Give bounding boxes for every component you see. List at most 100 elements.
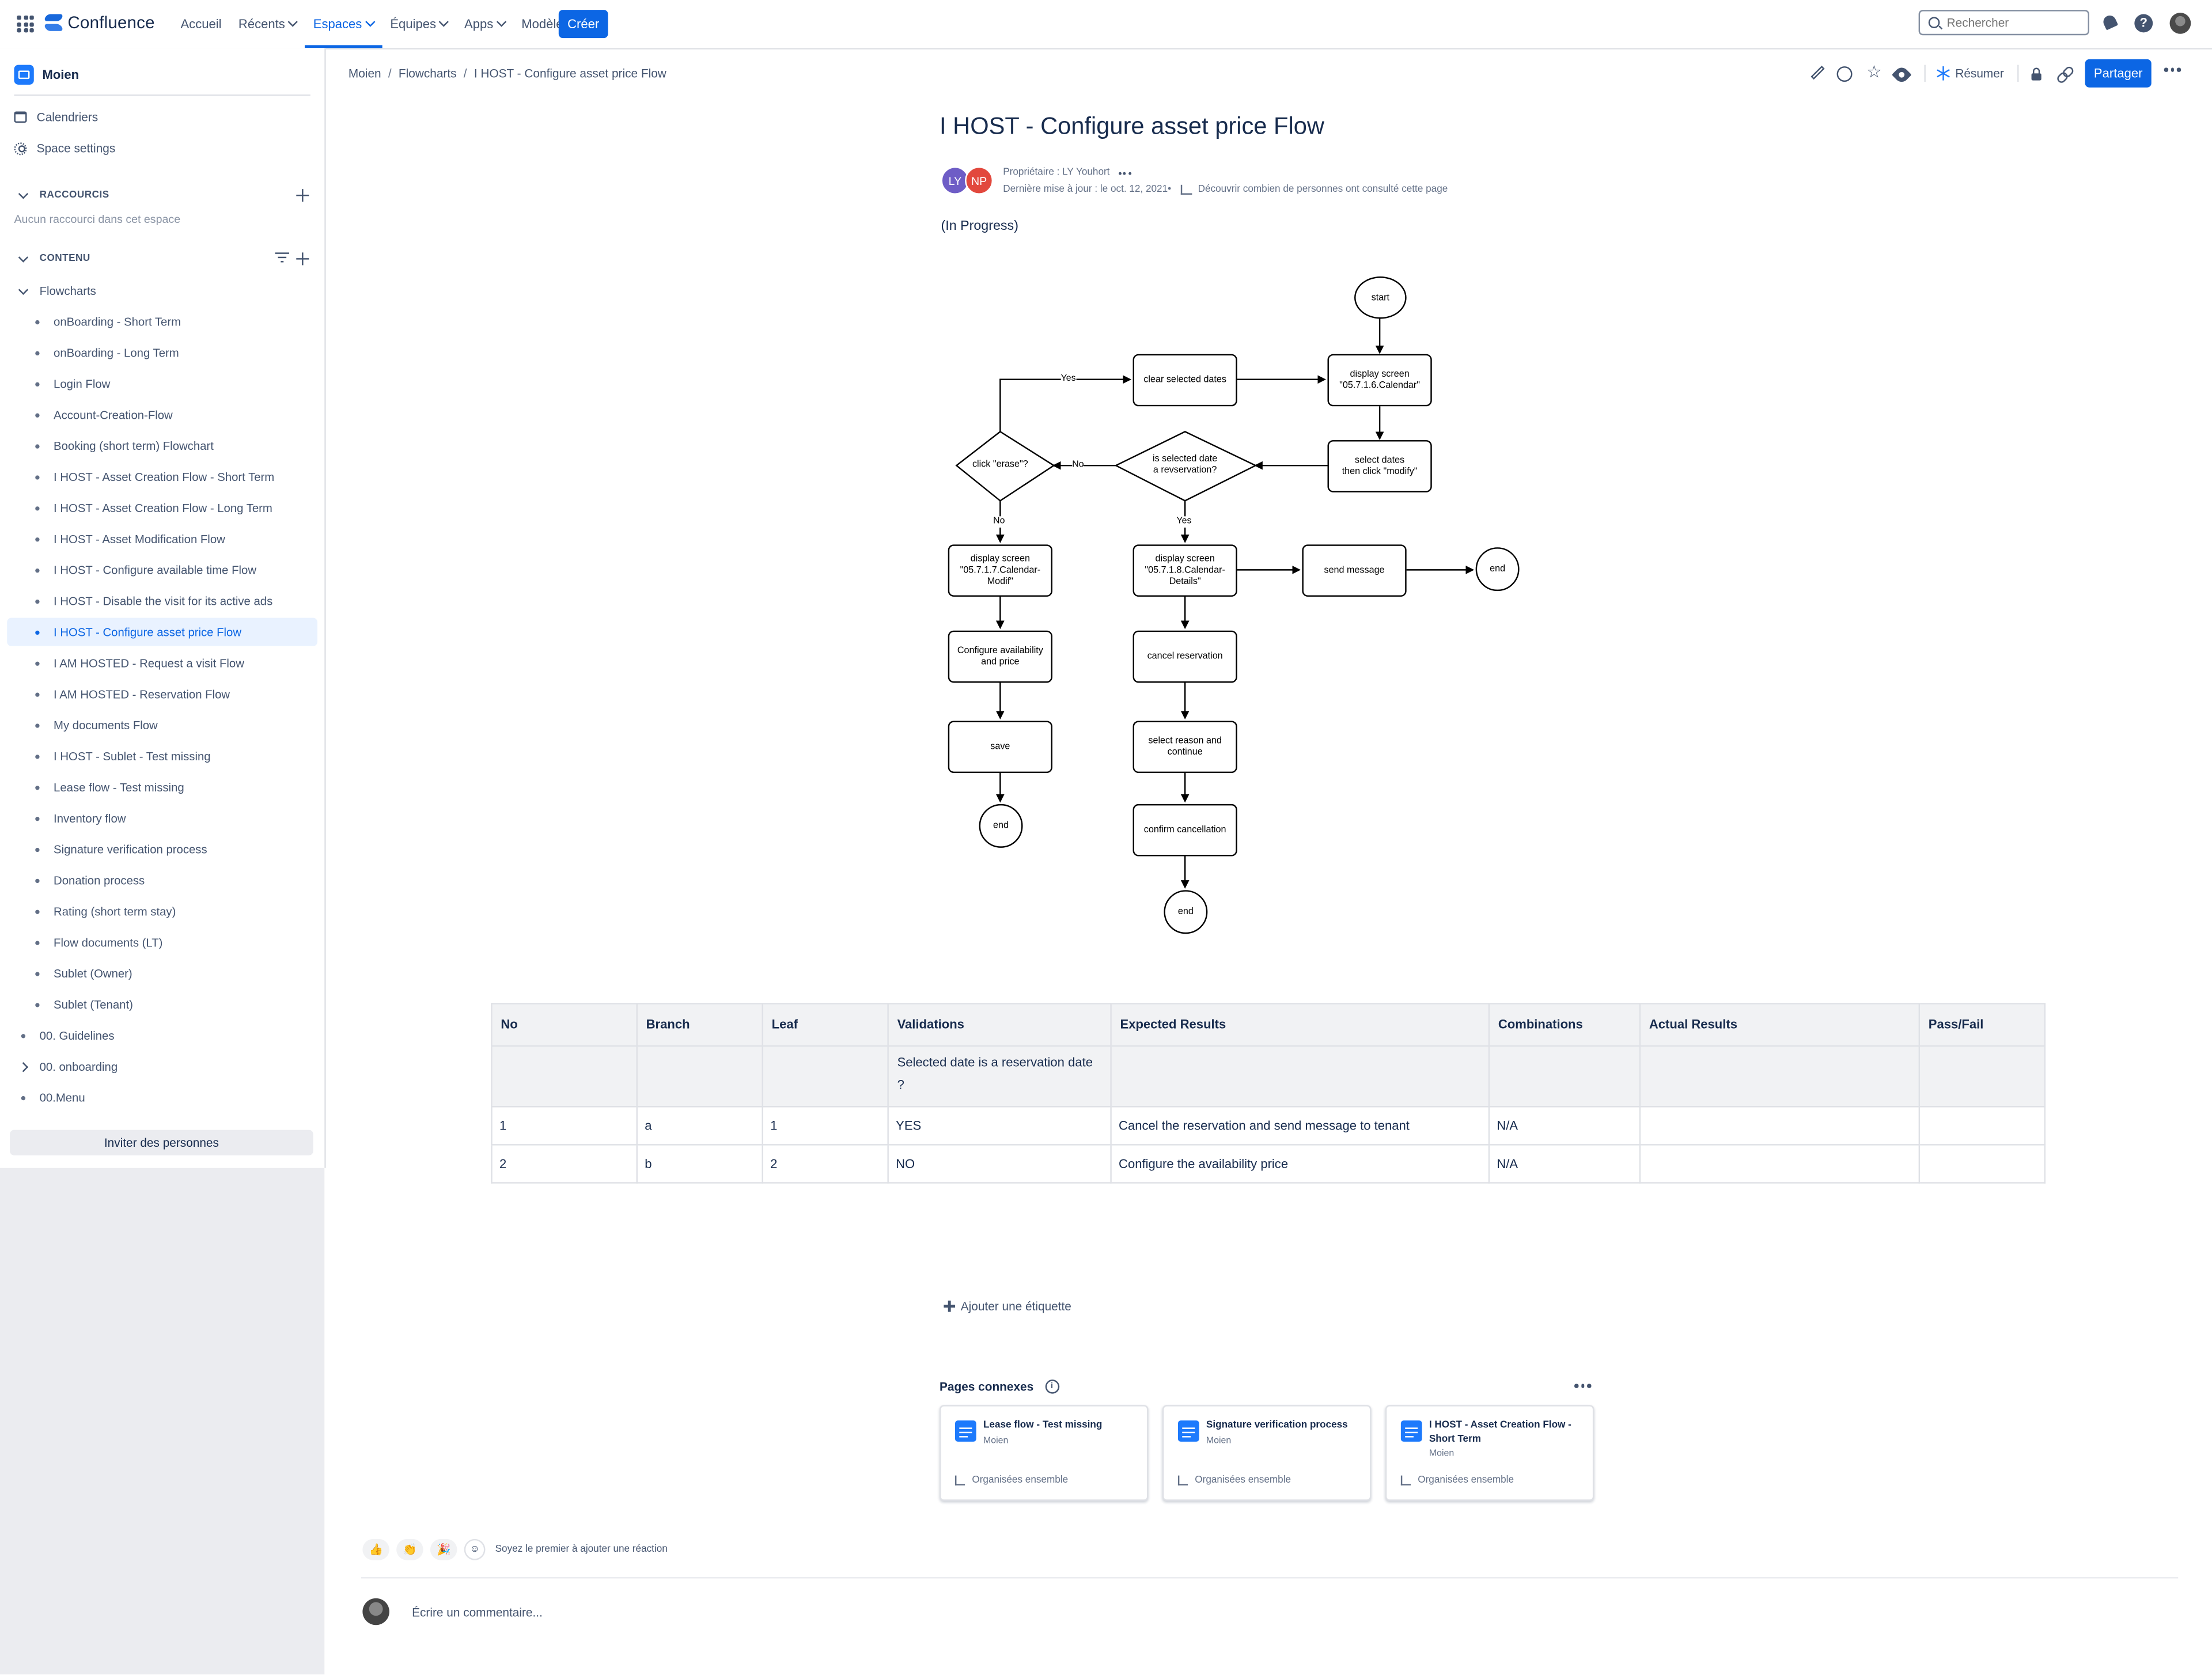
star-icon[interactable]: ☆ — [1866, 63, 1882, 80]
tree-item[interactable]: Rating (short term stay) — [7, 897, 317, 926]
reaction-party-button[interactable]: 🎉 — [430, 1538, 457, 1560]
nav-item-4[interactable]: Apps — [456, 0, 513, 48]
user-avatar[interactable] — [2169, 13, 2191, 34]
flow-display-calendar-node: display screen "05.7.1.6.Calendar" — [1327, 354, 1432, 407]
nav-item-1[interactable]: Récents — [230, 0, 305, 48]
tree-item[interactable]: I HOST - Asset Creation Flow - Short Ter… — [7, 463, 317, 491]
share-button[interactable]: Partager — [2085, 59, 2152, 88]
tree-item-label: onBoarding - Long Term — [54, 346, 179, 360]
help-icon[interactable]: ? — [2134, 14, 2153, 33]
filter-icon[interactable] — [275, 252, 290, 264]
shortcuts-section-header[interactable]: RACCOURCIS — [14, 186, 109, 203]
table-cell: YES — [887, 1106, 1112, 1146]
nav-item-2[interactable]: Espaces — [305, 0, 382, 48]
chevron-down-icon[interactable] — [14, 249, 31, 266]
shortcuts-empty-text: Aucun raccourci dans cet espace — [14, 213, 181, 226]
confluence-logo[interactable]: Confluence — [45, 13, 155, 32]
breadcrumb-item[interactable]: Moien — [349, 66, 381, 80]
add-label-text: Ajouter une étiquette — [960, 1299, 1071, 1314]
link-icon[interactable] — [2057, 66, 2073, 82]
tree-item[interactable]: My documents Flow — [7, 711, 317, 739]
tree-item[interactable]: I AM HOSTED - Reservation Flow — [7, 680, 317, 708]
flow-configure-node: Configure availability and price — [948, 630, 1052, 683]
tree-item[interactable]: Booking (short term) Flowchart — [7, 431, 317, 460]
create-button[interactable]: Créer — [558, 10, 608, 39]
app-switcher-icon[interactable] — [17, 15, 34, 33]
add-label-button[interactable]: Ajouter une étiquette — [944, 1299, 1071, 1313]
more-icon[interactable] — [1118, 171, 1131, 175]
tree-item[interactable]: Flowcharts — [7, 276, 317, 305]
tree-item[interactable]: 00. onboarding — [7, 1052, 317, 1081]
comment-icon[interactable] — [1836, 66, 1853, 82]
tree-item[interactable]: Sublet (Tenant) — [7, 990, 317, 1018]
analytics-chart-icon — [1181, 184, 1192, 195]
invite-people-button[interactable]: Inviter des personnes — [10, 1130, 313, 1155]
nav-item-0[interactable]: Accueil — [172, 0, 230, 48]
comment-input[interactable]: Écrire un commentaire... — [412, 1605, 543, 1619]
tree-item-label: Flow documents (LT) — [54, 935, 163, 950]
contributors-avatars[interactable]: LY NP — [941, 166, 997, 198]
related-page-card[interactable]: Signature verification process Moien Organ… — [1162, 1405, 1372, 1501]
related-page-card[interactable]: Lease flow - Test missing Moien Organisées… — [940, 1405, 1149, 1501]
tree-item[interactable]: Login Flow — [7, 370, 317, 398]
restrictions-lock-icon[interactable] — [2029, 66, 2044, 82]
tree-item[interactable]: onBoarding - Long Term — [7, 339, 317, 367]
add-reaction-smiley-icon[interactable]: ☺ — [464, 1538, 486, 1560]
tree-item[interactable]: I HOST - Asset Creation Flow - Long Term — [7, 494, 317, 522]
watch-icon[interactable] — [1891, 65, 1912, 85]
nav-item-label: Équipes — [390, 17, 437, 31]
tree-item[interactable]: Donation process — [7, 866, 317, 895]
chevron-down-icon[interactable] — [14, 186, 31, 203]
more-actions-icon[interactable] — [2164, 67, 2180, 71]
notifications-bell-icon[interactable] — [2101, 14, 2119, 32]
sidebar-link-calendars[interactable]: Calendriers — [14, 110, 98, 124]
tree-item[interactable]: I HOST - Asset Modification Flow — [7, 525, 317, 553]
related-more-icon[interactable] — [1574, 1384, 1591, 1388]
tree-item[interactable]: Flow documents (LT) — [7, 928, 317, 956]
sidebar-link-space-settings[interactable]: Space settings — [14, 141, 115, 155]
add-shortcut-plus-icon[interactable] — [296, 189, 309, 202]
tree-item[interactable]: I HOST - Configure asset price Flow — [7, 617, 318, 646]
summarize-button[interactable]: Résumer — [1936, 66, 2004, 81]
related-page-card[interactable]: I HOST - Asset Creation Flow - Short Ter… — [1385, 1405, 1594, 1501]
hierarchy-icon — [955, 1475, 965, 1485]
tree-item[interactable]: 00.Menu — [7, 1083, 317, 1112]
reaction-clap-button[interactable]: 👏 — [396, 1538, 423, 1560]
breadcrumb-item[interactable]: I HOST - Configure asset price Flow — [474, 66, 666, 80]
tree-item[interactable]: Signature verification process — [7, 835, 317, 863]
table-cell — [1639, 1106, 1921, 1146]
analytics-link[interactable]: Découvrir combien de personnes ont consu… — [1198, 185, 1448, 195]
subheader-cell — [1918, 1045, 2046, 1108]
space-header[interactable]: Moien — [14, 65, 79, 85]
related-page-title: Lease flow - Test missing — [983, 1420, 1103, 1431]
tree-item[interactable]: onBoarding - Short Term — [7, 308, 317, 336]
add-content-plus-icon[interactable] — [296, 252, 309, 266]
search-box[interactable] — [1918, 10, 2089, 36]
space-sidebar: Moien Calendriers Space settings RACCOUR… — [0, 48, 326, 1168]
tree-item-label: I AM HOSTED - Reservation Flow — [54, 687, 230, 702]
tree-item[interactable]: I HOST - Disable the visit for its activ… — [7, 587, 317, 615]
tree-item[interactable]: Account-Creation-Flow — [7, 401, 317, 429]
tree-item-label: onBoarding - Short Term — [54, 314, 181, 329]
related-pages-title: Pages connexes — [940, 1380, 1034, 1394]
flow-yes-label: Yes — [1060, 373, 1076, 385]
tree-item[interactable]: I AM HOSTED - Request a visit Flow — [7, 649, 317, 677]
reaction-prompt: Soyez le premier à ajouter une réaction — [495, 1544, 668, 1555]
reaction-thumbs-up-button[interactable]: 👍 — [362, 1538, 389, 1560]
tree-item[interactable]: Lease flow - Test missing — [7, 773, 317, 801]
tree-item[interactable]: Sublet (Owner) — [7, 959, 317, 987]
info-icon[interactable]: i — [1044, 1380, 1059, 1394]
related-page-space: Moien — [1206, 1436, 1232, 1446]
tree-item[interactable]: I HOST - Configure available time Flow — [7, 556, 317, 584]
search-input[interactable] — [1946, 15, 2081, 30]
tree-item[interactable]: 00. Guidelines — [7, 1021, 317, 1049]
tree-item[interactable]: Inventory flow — [7, 804, 317, 832]
breadcrumb-item[interactable]: Flowcharts — [399, 66, 457, 80]
nav-item-3[interactable]: Équipes — [382, 0, 456, 48]
content-section-header[interactable]: CONTENU — [14, 249, 90, 266]
tree-item-label: Signature verification process — [54, 842, 207, 857]
avatar[interactable]: NP — [965, 166, 994, 195]
tree-item[interactable]: I HOST - Sublet - Test missing — [7, 742, 317, 770]
tree-item-label: Login Flow — [54, 376, 111, 391]
edit-icon[interactable] — [1810, 66, 1825, 82]
